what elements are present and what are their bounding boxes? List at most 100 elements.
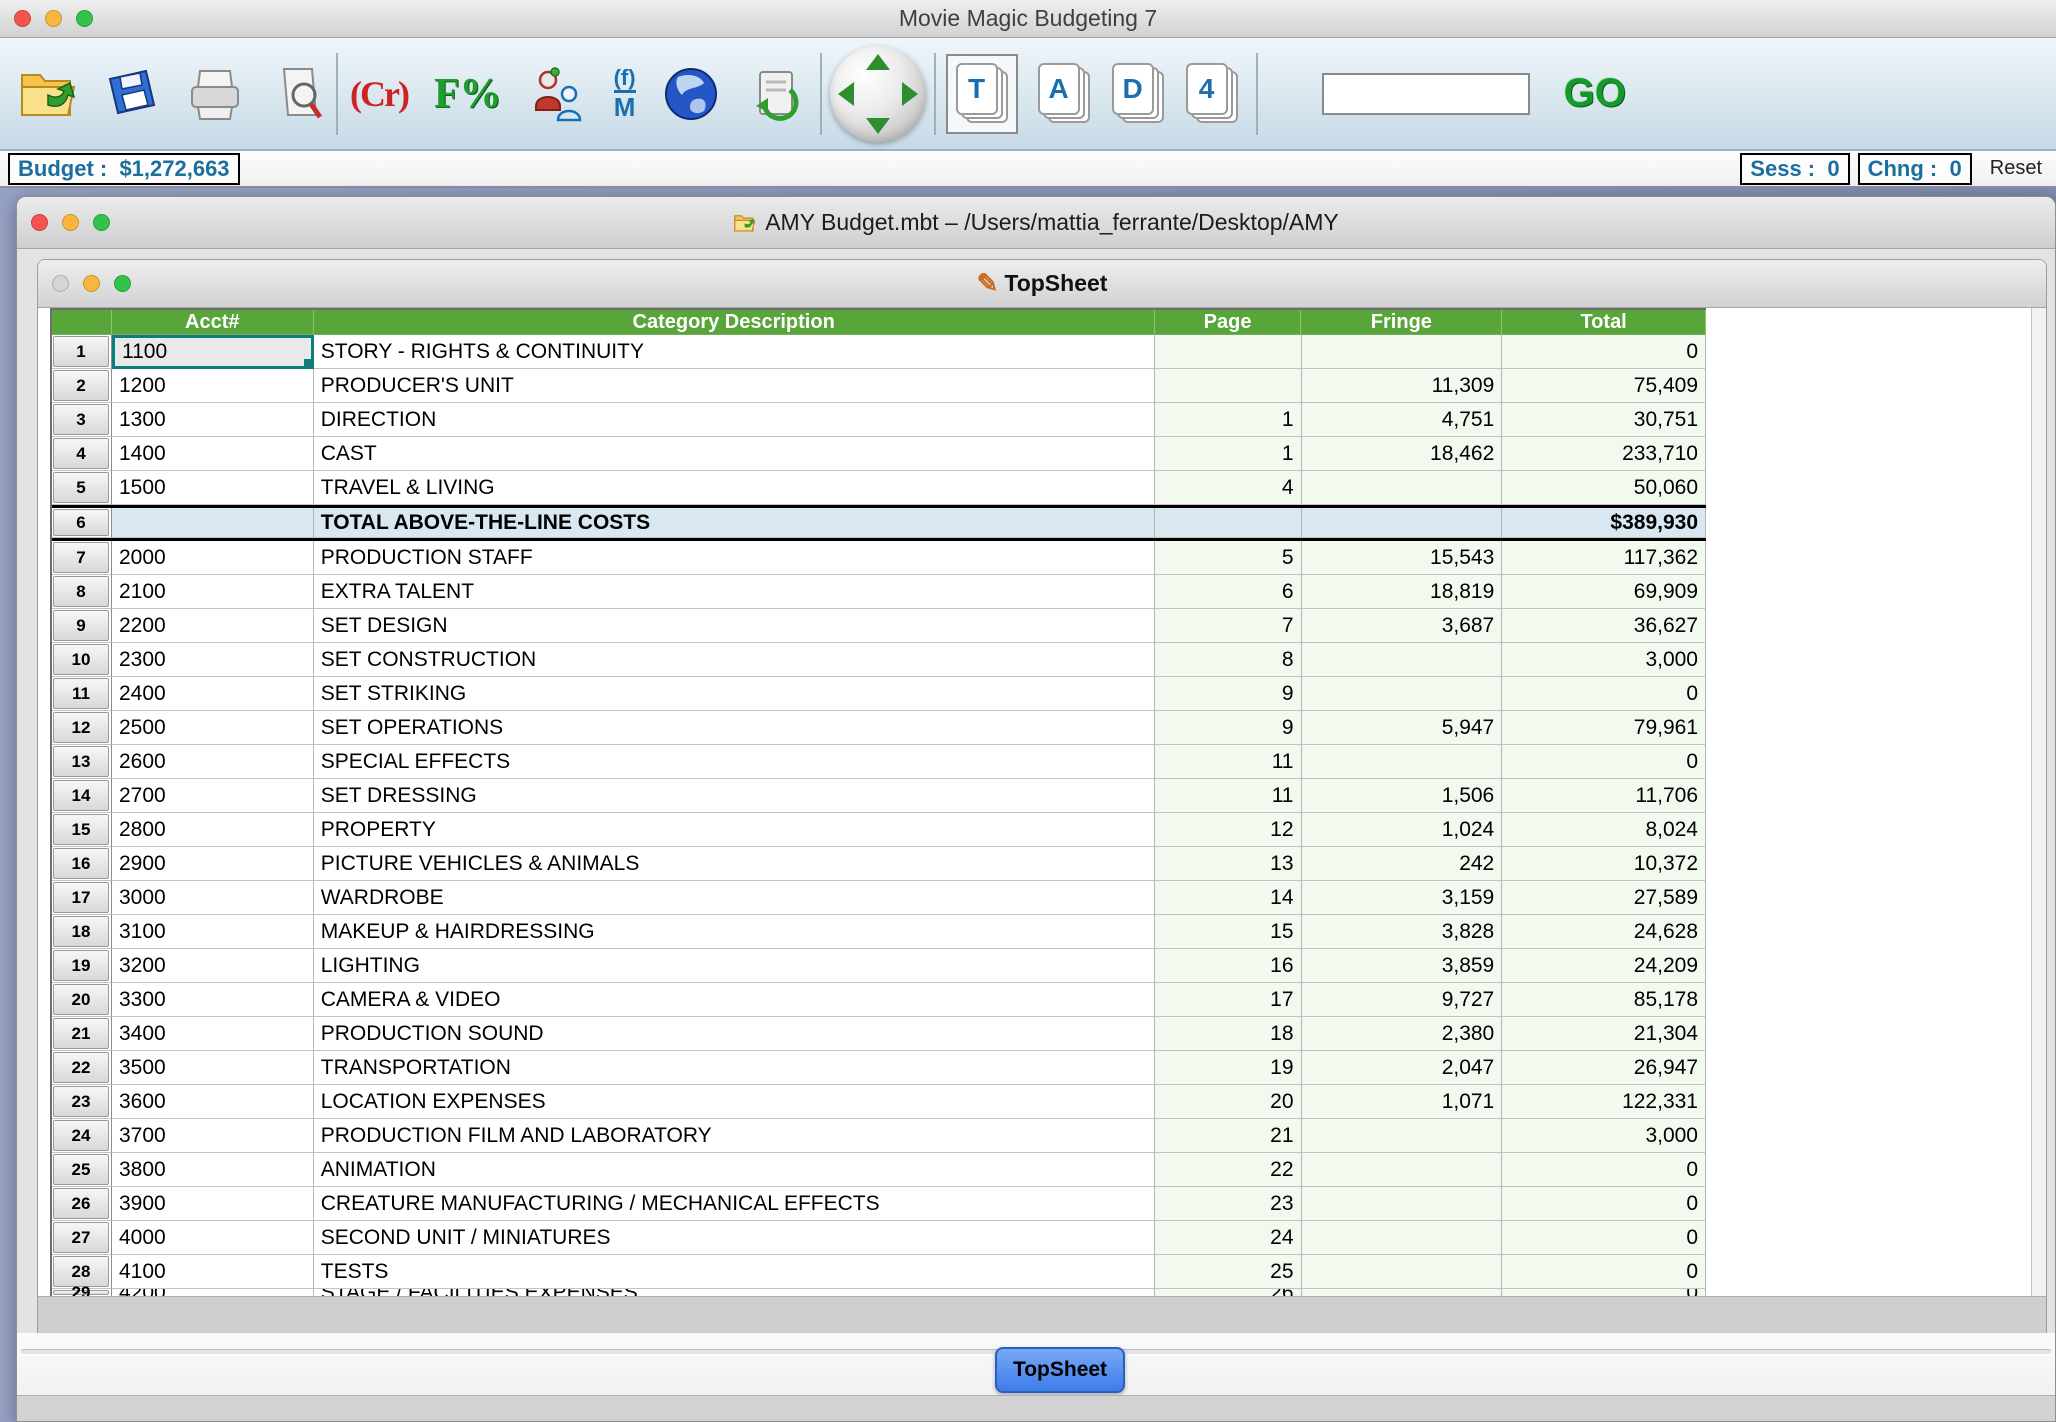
fringe-cell[interactable]: 3,159 [1302,881,1503,915]
category-cell[interactable]: CREATURE MANUFACTURING / MECHANICAL EFFE… [314,1187,1155,1221]
nav-up-arrow-icon[interactable] [866,54,890,70]
page-cell[interactable] [1155,335,1302,369]
page-cell[interactable]: 15 [1155,915,1302,949]
category-cell[interactable]: SPECIAL EFFECTS [314,745,1155,779]
row-number[interactable]: 12 [53,712,109,743]
fringe-cell[interactable] [1302,1255,1503,1289]
page-cell[interactable]: 11 [1155,745,1302,779]
category-cell[interactable]: LIGHTING [314,949,1155,983]
document-titlebar[interactable]: AMY Budget.mbt – /Users/mattia_ferrante/… [17,197,2055,249]
fringe-cell[interactable] [1302,1289,1503,1296]
page-cell[interactable]: 11 [1155,779,1302,813]
fringe-cell[interactable]: 3,687 [1302,609,1503,643]
fringe-cell[interactable] [1302,1119,1503,1153]
print-button[interactable] [184,54,246,134]
fringe-cell[interactable]: 1,506 [1302,779,1503,813]
header-page[interactable]: Page [1155,310,1302,335]
page-cell[interactable]: 20 [1155,1085,1302,1119]
acct-cell[interactable] [112,508,314,538]
total-cell[interactable]: 26,947 [1502,1051,1706,1085]
total-cell[interactable]: 10,372 [1502,847,1706,881]
fringe-cell[interactable]: 15,543 [1302,541,1503,575]
page-cell[interactable]: 19 [1155,1051,1302,1085]
total-cell[interactable]: $389,930 [1502,508,1706,538]
fringe-setup-button[interactable]: (f) M [614,54,636,134]
row-number[interactable]: 26 [53,1188,109,1219]
fringe-cell[interactable]: 5,947 [1302,711,1503,745]
row-number[interactable]: 11 [53,678,109,709]
fringe-percent-button[interactable]: F% [434,54,502,134]
category-cell[interactable]: PRODUCTION SOUND [314,1017,1155,1051]
fringe-cell[interactable]: 18,462 [1302,437,1503,471]
row-number[interactable]: 17 [53,882,109,913]
row-number[interactable]: 29 [53,1290,109,1295]
row-number[interactable]: 19 [53,950,109,981]
acct-cell[interactable]: 2900 [112,847,314,881]
category-cell[interactable]: PROPERTY [314,813,1155,847]
fringe-cell[interactable] [1302,335,1503,369]
row-number[interactable]: 27 [53,1222,109,1253]
category-cell[interactable]: SET OPERATIONS [314,711,1155,745]
total-cell[interactable]: 0 [1502,1289,1706,1296]
acct-cell[interactable]: 2700 [112,779,314,813]
crew-button[interactable] [528,54,586,134]
acct-cell[interactable]: 3500 [112,1051,314,1085]
total-cell[interactable]: 21,304 [1502,1017,1706,1051]
total-cell[interactable]: 24,628 [1502,915,1706,949]
total-cell[interactable]: 3,000 [1502,1119,1706,1153]
vertical-scrollbar[interactable] [2031,308,2046,1296]
acct-cell[interactable]: 2300 [112,643,314,677]
total-cell[interactable]: 117,362 [1502,541,1706,575]
page-cell[interactable]: 18 [1155,1017,1302,1051]
fringe-cell[interactable] [1302,745,1503,779]
acct-cell[interactable]: 2400 [112,677,314,711]
page-cell[interactable]: 24 [1155,1221,1302,1255]
acct-cell[interactable]: 3400 [112,1017,314,1051]
category-cell[interactable]: SECOND UNIT / MINIATURES [314,1221,1155,1255]
currency-exchange-button[interactable] [746,54,806,134]
row-number[interactable]: 20 [53,984,109,1015]
page-cell[interactable]: 7 [1155,609,1302,643]
total-cell[interactable]: 11,706 [1502,779,1706,813]
page-cell[interactable]: 16 [1155,949,1302,983]
open-button[interactable] [18,54,80,134]
total-cell[interactable]: 0 [1502,745,1706,779]
row-number[interactable]: 21 [53,1018,109,1049]
row-number[interactable]: 10 [53,644,109,675]
total-cell[interactable]: 3,000 [1502,643,1706,677]
acct-cell[interactable]: 1200 [112,369,314,403]
row-number[interactable]: 25 [53,1154,109,1185]
total-cell[interactable]: 69,909 [1502,575,1706,609]
total-cell[interactable]: 30,751 [1502,403,1706,437]
credit-button[interactable]: (Cr) [350,54,408,134]
header-description[interactable]: Category Description [314,310,1155,335]
topsheet-tab[interactable]: TopSheet [995,1347,1125,1393]
acct-cell[interactable]: 2000 [112,541,314,575]
category-cell[interactable]: CAMERA & VIDEO [314,983,1155,1017]
category-cell[interactable]: ANIMATION [314,1153,1155,1187]
total-cell[interactable]: 85,178 [1502,983,1706,1017]
total-cell[interactable]: 0 [1502,335,1706,369]
page-cell[interactable]: 8 [1155,643,1302,677]
row-number[interactable]: 6 [53,509,109,536]
acct-cell[interactable]: 3800 [112,1153,314,1187]
globe-button[interactable] [662,54,720,134]
acct-cell[interactable]: 1500 [112,471,314,505]
acct-cell[interactable]: 3600 [112,1085,314,1119]
fringe-cell[interactable]: 2,380 [1302,1017,1503,1051]
header-acct[interactable]: Acct# [112,310,314,335]
total-cell[interactable]: 79,961 [1502,711,1706,745]
fringe-cell[interactable] [1302,508,1503,538]
row-number[interactable]: 4 [53,438,109,469]
page-cell[interactable]: 14 [1155,881,1302,915]
print-preview-button[interactable] [270,54,330,134]
fringe-cell[interactable] [1302,677,1503,711]
category-cell[interactable]: TRANSPORTATION [314,1051,1155,1085]
acct-cell[interactable]: 2500 [112,711,314,745]
row-number[interactable]: 14 [53,780,109,811]
acct-cell[interactable]: 3000 [112,881,314,915]
page-cell[interactable]: 12 [1155,813,1302,847]
page-cell[interactable]: 22 [1155,1153,1302,1187]
row-number[interactable]: 13 [53,746,109,777]
total-cell[interactable]: 36,627 [1502,609,1706,643]
